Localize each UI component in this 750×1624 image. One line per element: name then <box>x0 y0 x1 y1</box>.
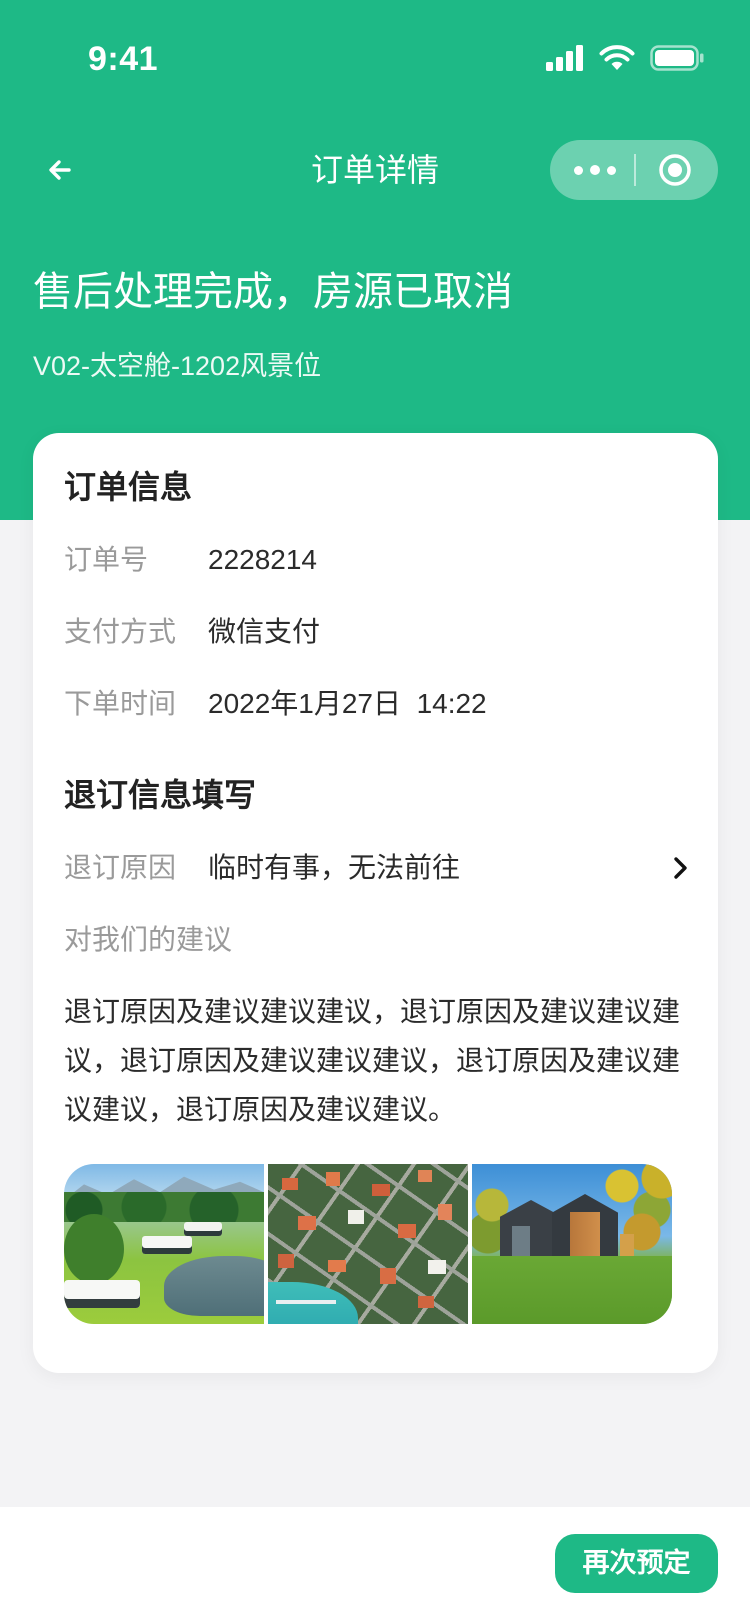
close-mini-program-button[interactable] <box>648 146 702 194</box>
order-time-label: 下单时间 <box>64 688 177 719</box>
more-button[interactable] <box>564 140 626 200</box>
refund-info-title: 退订信息填写 <box>64 777 257 813</box>
order-detail-card: 订单信息 订单号 2228214 支付方式 微信支付 下单时间 2022年1月2… <box>33 433 718 1373</box>
order-number-label: 订单号 <box>64 544 149 575</box>
payment-method-label: 支付方式 <box>64 616 177 647</box>
page-title: 订单详情 <box>310 152 439 188</box>
order-time-value: 2022年1月27日 14:22 <box>208 688 487 719</box>
order-status-title: 售后处理完成，房源已取消 <box>33 270 513 314</box>
target-circle-icon <box>659 154 691 186</box>
refund-reason-label: 退订原因 <box>64 852 177 883</box>
rebook-button[interactable]: 再次预定 <box>555 1534 718 1593</box>
capsule-divider <box>634 154 636 186</box>
order-info-title: 订单信息 <box>64 469 193 505</box>
modern-house-photo[interactable] <box>472 1164 672 1324</box>
payment-method-value: 微信支付 <box>208 616 321 647</box>
status-icons <box>546 45 706 73</box>
room-name: V02-太空舱-1202风景位 <box>33 351 322 381</box>
cellular-signal-icon <box>546 45 583 71</box>
bottom-action-bar: 再次预定 <box>0 1507 750 1624</box>
chevron-right-icon[interactable] <box>668 854 692 882</box>
aerial-town-photo[interactable] <box>268 1164 468 1324</box>
battery-icon <box>650 45 704 71</box>
suggestion-text: 退订原因及建议建议建议，退订原因及建议建议建议，退订原因及建议建议建议，退订原因… <box>64 996 681 1125</box>
refund-reason-value: 临时有事，无法前往 <box>208 852 461 883</box>
wifi-icon <box>599 45 635 70</box>
order-number-value: 2228214 <box>208 544 318 575</box>
refund-photos <box>64 1164 672 1324</box>
status-time: 9:41 <box>88 40 159 78</box>
back-button[interactable] <box>44 154 76 186</box>
mini-program-capsule <box>550 140 718 200</box>
suggestion-label: 对我们的建议 <box>64 924 233 955</box>
resort-cabins-photo[interactable] <box>64 1164 264 1324</box>
back-arrow-icon <box>49 160 71 180</box>
